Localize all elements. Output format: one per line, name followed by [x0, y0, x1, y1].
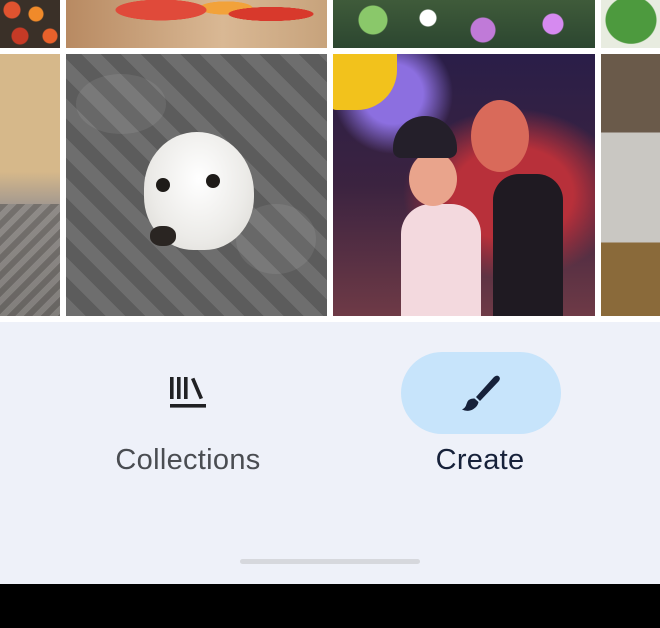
photo-grid	[0, 0, 660, 322]
photo-thumbnail[interactable]	[601, 0, 660, 48]
nav-label-create: Create	[435, 444, 525, 476]
photo-thumbnail[interactable]	[66, 0, 327, 48]
photo-thumbnail[interactable]	[0, 0, 60, 48]
photo-thumbnail[interactable]	[601, 54, 660, 316]
photo-thumbnail[interactable]	[333, 0, 595, 48]
brush-icon	[462, 375, 500, 411]
bottom-navigation: Collections Create	[0, 322, 660, 584]
photo-thumbnail[interactable]	[0, 54, 60, 316]
nav-item-collections[interactable]: Collections	[88, 352, 288, 492]
photo-thumbnail[interactable]	[333, 54, 595, 316]
collections-icon	[170, 377, 206, 408]
nav-label-collections: Collections	[115, 444, 261, 476]
system-navigation-bar	[0, 584, 660, 628]
photo-thumbnail[interactable]	[66, 54, 327, 316]
nav-item-create[interactable]: Create	[380, 352, 580, 492]
gesture-handle[interactable]	[240, 559, 420, 564]
